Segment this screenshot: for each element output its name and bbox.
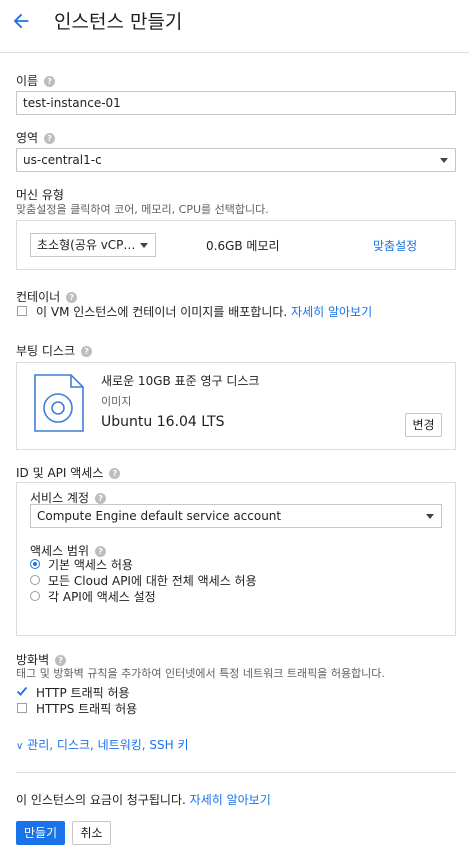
boot-disk-image-value: Ubuntu 16.04 LTS bbox=[101, 414, 225, 430]
scope-radio-full[interactable] bbox=[30, 575, 40, 585]
machine-type-value: 초소형(공유 vCP… bbox=[37, 238, 136, 252]
boot-disk-label: 부팅 디스크? bbox=[16, 342, 93, 359]
help-icon[interactable]: ? bbox=[44, 76, 56, 87]
back-arrow-icon[interactable] bbox=[10, 10, 32, 32]
advanced-options-label: 관리, 디스크, 네트워킹, SSH 키 bbox=[27, 738, 189, 752]
disk-icon bbox=[34, 374, 84, 432]
machine-type-select[interactable]: 초소형(공유 vCP… bbox=[30, 233, 156, 257]
advanced-options-link[interactable]: ∨ 관리, 디스크, 네트워킹, SSH 키 bbox=[16, 736, 189, 753]
scope-label-default: 기본 액세스 허용 bbox=[48, 558, 133, 572]
boot-disk-image-label: 이미지 bbox=[101, 395, 132, 408]
cancel-button[interactable]: 취소 bbox=[72, 821, 111, 845]
change-disk-button[interactable]: 변경 bbox=[405, 413, 442, 437]
http-traffic-label: HTTP 트래픽 허용 bbox=[36, 686, 130, 700]
scope-radio-default[interactable] bbox=[30, 559, 40, 569]
double-chevron-down-icon: ∨ bbox=[16, 741, 24, 752]
zone-label: 영역? bbox=[16, 129, 56, 146]
dropdown-caret-icon bbox=[440, 158, 448, 163]
machine-type-description: 맞춤설정을 클릭하여 코어, 메모리, CPU를 선택합니다. bbox=[16, 203, 269, 216]
help-icon[interactable]: ? bbox=[95, 493, 107, 504]
divider bbox=[16, 772, 456, 773]
container-learn-more-link[interactable]: 자세히 알아보기 bbox=[291, 305, 372, 319]
customize-link[interactable]: 맞춤설정 bbox=[373, 237, 417, 254]
service-account-value: Compute Engine default service account bbox=[37, 509, 282, 523]
page-title: 인스턴스 만들기 bbox=[54, 11, 183, 33]
dropdown-caret-icon bbox=[426, 514, 434, 519]
help-icon[interactable]: ? bbox=[66, 292, 78, 303]
create-button[interactable]: 만들기 bbox=[16, 821, 65, 845]
container-checkbox-label: 이 VM 인스턴스에 컨테이너 이미지를 배포합니다. 자세히 알아보기 bbox=[36, 305, 373, 319]
dropdown-caret-icon bbox=[140, 243, 148, 248]
name-input[interactable]: test-instance-01 bbox=[16, 91, 456, 115]
memory-text: 0.6GB 메모리 bbox=[206, 239, 280, 253]
name-label: 이름? bbox=[16, 72, 56, 89]
zone-select-value: us-central1-c bbox=[23, 153, 102, 167]
http-checkbox-checked-icon[interactable] bbox=[16, 685, 28, 697]
billing-learn-more-link[interactable]: 자세히 알아보기 bbox=[190, 793, 271, 807]
https-checkbox[interactable] bbox=[17, 703, 27, 713]
boot-disk-title: 새로운 10GB 표준 영구 디스크 bbox=[101, 374, 260, 388]
firewall-description: 태그 및 방화벽 규칙을 추가하여 인터넷에서 특정 네트워크 트래픽을 허용합… bbox=[16, 667, 385, 680]
service-account-select[interactable]: Compute Engine default service account bbox=[30, 504, 442, 528]
scope-label-full: 모든 Cloud API에 대한 전체 액세스 허용 bbox=[48, 574, 257, 588]
billing-notice: 이 인스턴스의 요금이 청구됩니다. 자세히 알아보기 bbox=[16, 793, 271, 807]
help-icon[interactable]: ? bbox=[44, 133, 56, 144]
scope-label-custom: 각 API에 액세스 설정 bbox=[48, 590, 156, 604]
https-traffic-label: HTTPS 트래픽 허용 bbox=[36, 702, 138, 716]
help-icon[interactable]: ? bbox=[109, 468, 121, 479]
zone-select[interactable]: us-central1-c bbox=[16, 148, 456, 172]
help-icon[interactable]: ? bbox=[81, 346, 93, 357]
scope-radio-custom[interactable] bbox=[30, 591, 40, 601]
identity-label: ID 및 API 액세스? bbox=[16, 464, 121, 481]
container-checkbox[interactable] bbox=[17, 306, 27, 316]
